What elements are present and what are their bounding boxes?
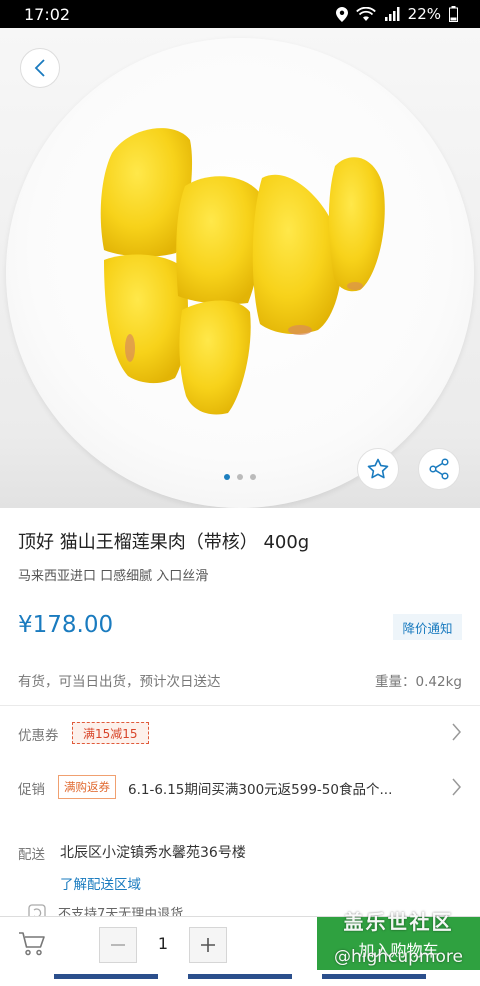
quantity-decrease-button[interactable] bbox=[99, 927, 137, 963]
watermark: 盖乐世社区 @highcupmore bbox=[317, 906, 480, 967]
star-icon bbox=[367, 458, 389, 479]
nav-indicator[interactable] bbox=[322, 974, 426, 979]
durian-image bbox=[100, 128, 385, 415]
quantity-value[interactable]: 1 bbox=[148, 934, 178, 953]
status-time: 17:02 bbox=[24, 4, 71, 24]
battery-icon bbox=[449, 6, 458, 22]
watermark-title: 盖乐世社区 bbox=[343, 910, 454, 934]
chevron-right-icon bbox=[452, 778, 461, 796]
delivery-label: 配送 bbox=[18, 847, 45, 863]
share-icon bbox=[429, 458, 449, 480]
signal-icon bbox=[384, 7, 400, 21]
wifi-icon bbox=[355, 7, 376, 21]
product-price: ¥178.00 bbox=[18, 612, 114, 638]
product-title: 顶好 猫山王榴莲果肉（带核） 400g bbox=[18, 532, 310, 553]
carousel-dot[interactable] bbox=[237, 474, 243, 480]
plus-icon bbox=[201, 938, 215, 952]
bottom-navigation-strip bbox=[0, 970, 480, 986]
nav-indicator[interactable] bbox=[54, 974, 158, 979]
promotion-tag: 满购返券 bbox=[58, 775, 116, 799]
nav-indicator[interactable] bbox=[188, 974, 292, 979]
watermark-handle: @highcupmore bbox=[333, 947, 463, 967]
cart-icon[interactable] bbox=[18, 931, 46, 957]
carousel-dot-active[interactable] bbox=[224, 474, 230, 480]
back-chevron-icon bbox=[34, 59, 45, 77]
delivery-address[interactable]: 北辰区小淀镇秀水馨苑36号楼 bbox=[60, 842, 246, 862]
back-button[interactable] bbox=[20, 48, 60, 88]
favorite-button[interactable] bbox=[357, 448, 399, 490]
share-button[interactable] bbox=[418, 448, 460, 490]
location-icon bbox=[335, 6, 348, 22]
status-icons: 22% bbox=[335, 5, 458, 23]
status-bar: 17:02 22% bbox=[0, 0, 480, 28]
carousel-dot[interactable] bbox=[250, 474, 256, 480]
divider bbox=[0, 705, 480, 706]
quantity-increase-button[interactable] bbox=[189, 927, 227, 963]
coupon-label: 优惠券 bbox=[18, 728, 59, 744]
stock-status: 有货，可当日出货，预计次日送达 bbox=[18, 674, 221, 690]
product-subtitle: 马来西亚进口 口感细腻 入口丝滑 bbox=[18, 569, 209, 584]
minus-icon bbox=[111, 944, 125, 946]
product-image-carousel[interactable] bbox=[0, 28, 480, 508]
battery-percent: 22% bbox=[407, 5, 441, 23]
product-weight: 重量：0.42kg bbox=[375, 674, 462, 690]
coupon-tag[interactable]: 满15减15 bbox=[72, 722, 149, 744]
promotion-label: 促销 bbox=[18, 782, 45, 798]
promotion-text: 6.1-6.15期间买满300元返599-50食品个... bbox=[128, 782, 393, 798]
chevron-right-icon bbox=[452, 723, 461, 741]
delivery-area-link[interactable]: 了解配送区域 bbox=[60, 873, 141, 893]
carousel-dots bbox=[224, 474, 256, 480]
price-alert-button[interactable]: 降价通知 bbox=[393, 614, 462, 640]
